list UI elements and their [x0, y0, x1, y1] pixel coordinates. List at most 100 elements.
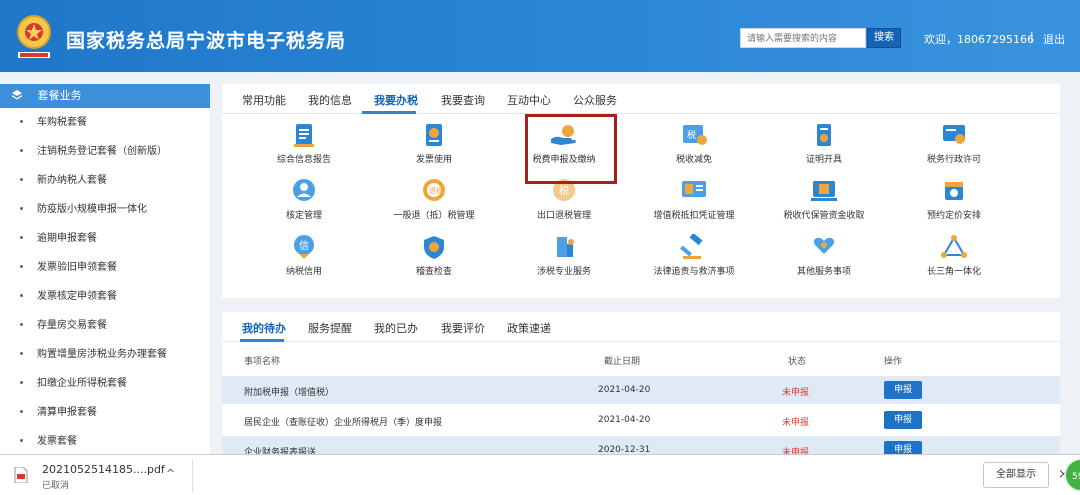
sidebar-item[interactable]: 新办纳税人套餐 — [0, 166, 210, 195]
service-item[interactable]: 税务行政许可 — [894, 122, 1014, 172]
service-item[interactable]: 税 出口退税管理 — [504, 178, 624, 228]
search-input[interactable] — [740, 28, 866, 48]
table-row: 企业财务报表报送 2020-12-31 未申报 申报 — [222, 436, 1060, 454]
tab-public-service[interactable]: 公众服务 — [573, 92, 617, 108]
tab-service-reminder[interactable]: 服务提醒 — [308, 320, 352, 336]
calendar-icon — [945, 182, 963, 200]
sidebar-item[interactable]: 扣缴企业所得税套餐 — [0, 369, 210, 398]
service-item[interactable]: 税收代保管资金收取 — [764, 178, 884, 228]
service-label: 出口退税管理 — [536, 211, 591, 221]
sidebar-item[interactable]: 购置增量房涉税业务办理套餐 — [0, 340, 210, 369]
credit-icon: 信 — [294, 235, 314, 259]
declare-button[interactable]: 申报 — [884, 411, 922, 429]
sidebar-header[interactable]: 套餐业务 — [0, 84, 210, 108]
sidebar-item-label: 购置增量房涉税业务办理套餐 — [37, 349, 167, 360]
logout-link[interactable]: 退出 — [1043, 31, 1065, 47]
service-item[interactable]: 稽查检查 — [374, 234, 494, 284]
service-label: 稽查检查 — [415, 267, 452, 277]
sidebar-item[interactable]: 清算申报套餐 — [0, 398, 210, 427]
license-icon — [943, 125, 965, 144]
download-bar: 2021052514185....pdf 已取消 ^ 全部显示 × — [0, 454, 1080, 495]
sidebar-item[interactable]: 发票套餐 — [0, 427, 210, 456]
deadline: 2021-04-20 — [598, 415, 651, 425]
refund-icon: 退税 — [423, 179, 445, 201]
bullet-icon — [20, 439, 23, 442]
tab-done[interactable]: 我的已办 — [374, 320, 418, 336]
column-header: 状态 — [788, 357, 807, 367]
header-divider: | — [1030, 30, 1034, 43]
service-item[interactable]: 信 纳税信用 — [244, 234, 364, 284]
declare-button[interactable]: 申报 — [884, 441, 922, 454]
tab-policy[interactable]: 政策速递 — [507, 320, 551, 336]
triangle-icon — [941, 235, 967, 258]
tab-my-todo[interactable]: 我的待办 — [242, 320, 286, 336]
sidebar-item-label: 逾期申报套餐 — [37, 233, 97, 244]
table-row: 附加税申报（增值税） 2021-04-20 未申报 申报 — [222, 376, 1060, 404]
sidebar-item[interactable]: 车购税套餐 — [0, 108, 210, 137]
column-header: 操作 — [884, 357, 903, 367]
tab-tax-handling[interactable]: 我要办税 — [374, 92, 418, 108]
service-item[interactable]: 预约定价安排 — [894, 178, 1014, 228]
download-filename[interactable]: 2021052514185....pdf — [42, 463, 165, 476]
declare-button[interactable]: 申报 — [884, 381, 922, 399]
service-item[interactable]: 其他服务事项 — [764, 234, 884, 284]
service-label: 发票使用 — [415, 155, 452, 165]
service-item[interactable]: 退税 一般退（抵）税管理 — [374, 178, 494, 228]
site-title: 国家税务总局宁波市电子税务局 — [66, 30, 347, 52]
invoice-icon — [426, 124, 442, 146]
service-item[interactable]: 长三角一体化 — [894, 234, 1014, 284]
service-label: 证明开具 — [805, 155, 842, 165]
service-item[interactable]: 税 税收减免 — [634, 122, 754, 172]
sidebar-item-label: 注销税务登记套餐（创新版） — [37, 146, 167, 157]
gavel-icon — [680, 234, 703, 259]
service-item[interactable]: 证明开具 — [764, 122, 884, 172]
tab-query[interactable]: 我要查询 — [441, 92, 485, 108]
column-header: 事项名称 — [244, 357, 281, 367]
tax-emblem-icon — [17, 15, 51, 58]
bullet-icon — [20, 236, 23, 239]
search-button[interactable]: 搜索 — [867, 28, 901, 48]
service-label: 增值税抵扣凭证管理 — [653, 211, 735, 221]
sidebar-item[interactable]: 发票核定申领套餐 — [0, 282, 210, 311]
service-item[interactable]: 核定管理 — [244, 178, 364, 228]
show-all-button[interactable]: 全部显示 — [983, 462, 1049, 488]
task-name: 企业财务报表报送 — [244, 448, 317, 454]
active-tab-underline — [240, 339, 284, 342]
service-item[interactable]: 综合信息报告 — [244, 122, 364, 172]
service-label: 税收代保管资金收取 — [783, 211, 865, 221]
bullet-icon — [20, 120, 23, 123]
voucher-icon — [682, 181, 706, 197]
svg-text:税: 税 — [687, 129, 696, 141]
service-label: 长三角一体化 — [926, 267, 981, 277]
service-item[interactable]: 增值税抵扣凭证管理 — [634, 178, 754, 228]
sidebar-item[interactable]: 注销税务登记套餐（创新版） — [0, 137, 210, 166]
sidebar-header-label: 套餐业务 — [37, 89, 82, 102]
active-tab-underline — [362, 111, 416, 114]
building-icon — [557, 237, 574, 257]
sidebar-item-label: 车购税套餐 — [37, 117, 87, 128]
bullet-icon — [20, 294, 23, 297]
service-label: 综合信息报告 — [276, 155, 331, 165]
status-badge: 未申报 — [782, 448, 810, 454]
service-label: 其他服务事项 — [796, 267, 851, 277]
service-item[interactable]: 法律追责与救济事项 — [634, 234, 754, 284]
sidebar-item[interactable]: 存量房交易套餐 — [0, 311, 210, 340]
tab-common[interactable]: 常用功能 — [242, 92, 286, 108]
sidebar-item[interactable]: 防疫版小规模申报一体化 — [0, 195, 210, 224]
chevron-up-icon[interactable]: ^ — [166, 467, 175, 480]
service-label: 预约定价安排 — [926, 211, 981, 221]
bullet-icon — [20, 381, 23, 384]
tab-interaction[interactable]: 互动中心 — [507, 92, 551, 108]
tab-evaluate[interactable]: 我要评价 — [441, 320, 485, 336]
sidebar-item[interactable]: 逾期申报套餐 — [0, 224, 210, 253]
header-bar: 国家税务总局宁波市电子税务局 搜索 欢迎，18067295166 | 退出 — [0, 0, 1080, 72]
function-tabs: 常用功能 我的信息 我要办税 我要查询 互动中心 公众服务 — [222, 84, 1060, 114]
service-item[interactable]: 发票使用 — [374, 122, 494, 172]
status-badge: 未申报 — [782, 418, 810, 428]
sidebar-item-label: 新办纳税人套餐 — [37, 175, 107, 186]
sidebar-item[interactable]: 发票验旧申领套餐 — [0, 253, 210, 282]
document-icon — [294, 124, 314, 147]
service-label: 纳税信用 — [285, 267, 322, 277]
tab-my-info[interactable]: 我的信息 — [308, 92, 352, 108]
service-item[interactable]: 涉税专业服务 — [504, 234, 624, 284]
